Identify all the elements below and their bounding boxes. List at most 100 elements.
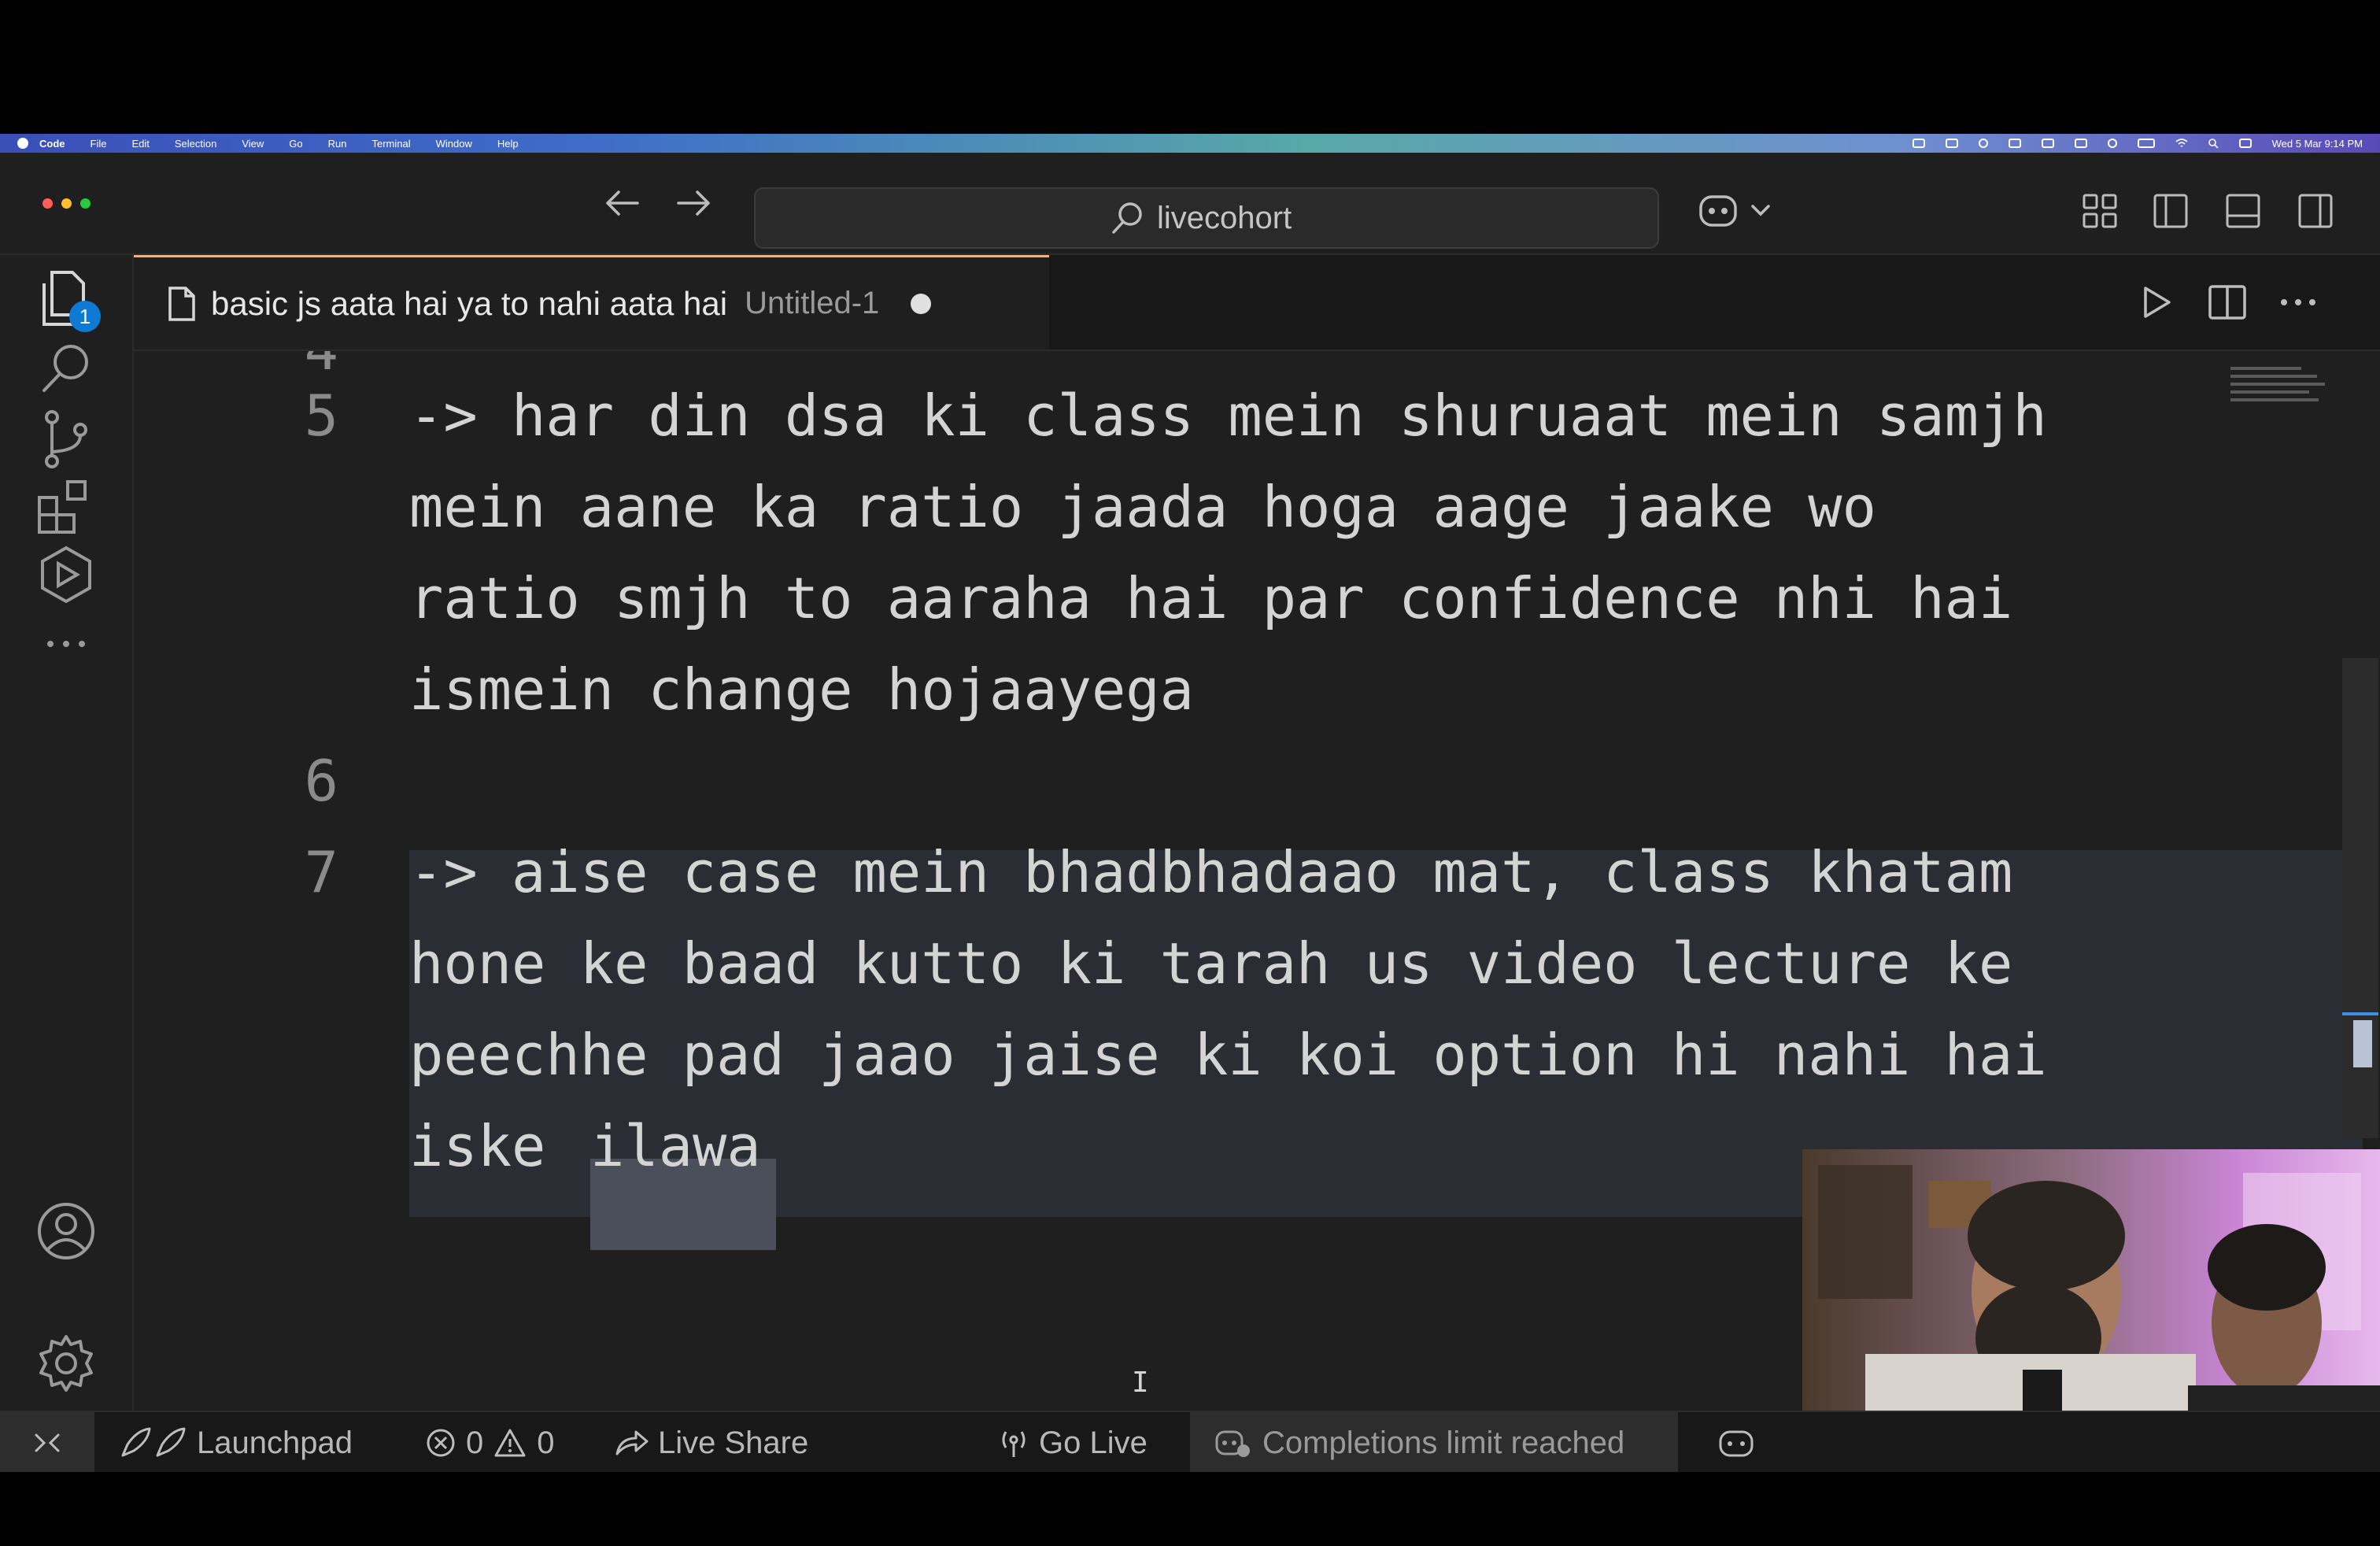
live-share-icon [615, 1430, 649, 1455]
code-line-7-row-4: iske [409, 1113, 580, 1179]
minimap[interactable] [2230, 367, 2341, 430]
copilot-status-icon[interactable] [1716, 1412, 1757, 1472]
tray-app-icon[interactable] [1912, 139, 1925, 148]
menu-bar-clock[interactable]: Wed 5 Mar 9:14 PM [2272, 138, 2363, 150]
error-icon [427, 1429, 455, 1457]
launchpad-label: Launchpad [197, 1425, 353, 1460]
menu-view[interactable]: View [242, 138, 264, 150]
problems-status-item[interactable]: 0 0 [425, 1412, 555, 1472]
macos-menu-bar: Code File Edit Selection View Go Run Ter… [0, 134, 2380, 153]
display-icon[interactable] [2008, 139, 2021, 148]
code-line-5-row-1: -> har din dsa ki class mein shuruaat me… [409, 383, 2047, 449]
selected-word: ilawa [590, 1113, 761, 1179]
minimize-window-button[interactable] [61, 198, 72, 209]
toggle-primary-sidebar-icon[interactable] [2149, 189, 2193, 233]
scrollbar-selection-marker [2342, 1012, 2378, 1015]
minimap-line [2230, 383, 2325, 386]
code-line-5-row-2: mein aane ka ratio jaada hoga aage jaake… [409, 474, 1876, 540]
status-bar: Launchpad 0 0 Live Share Go Live Complet… [0, 1411, 2380, 1472]
unsaved-changes-dot[interactable] [911, 293, 932, 314]
tab-description: Untitled-1 [745, 286, 880, 320]
close-window-button[interactable] [42, 198, 53, 209]
code-line-7-row-2: hone ke baad kutto ki tarah us video lec… [409, 930, 2013, 997]
tab-title: basic js aata hai ya to nahi aata hai [211, 284, 728, 322]
editor-tab-bar: basic js aata hai ya to nahi aata hai Un… [134, 255, 2380, 351]
menu-go[interactable]: Go [289, 138, 302, 150]
run-code-icon[interactable] [2133, 279, 2180, 326]
more-actions-icon[interactable] [2275, 279, 2322, 326]
copilot-menu-icon[interactable] [1694, 189, 1780, 233]
code-line-5-row-4: ismein change hojaayega [409, 656, 1194, 723]
warning-count: 0 [537, 1425, 555, 1460]
command-center-search[interactable]: livecohort [754, 187, 1659, 249]
minimap-line [2230, 367, 2301, 370]
source-control-icon[interactable] [27, 400, 105, 479]
menu-help[interactable]: Help [497, 138, 519, 150]
launchpad-status-item[interactable]: Launchpad [118, 1412, 353, 1472]
search-icon [1112, 202, 1142, 234]
screen: Code File Edit Selection View Go Run Ter… [0, 134, 2380, 1472]
go-live-label: Go Live [1039, 1425, 1148, 1460]
more-views-icon[interactable] [27, 605, 105, 683]
minimap-line [2230, 390, 2309, 394]
live-share-label: Live Share [658, 1425, 809, 1460]
remote-icon [35, 1433, 60, 1452]
search-text: livecohort [1157, 200, 1292, 235]
line-number-5: 5 [304, 383, 338, 449]
live-share-status-item[interactable]: Live Share [614, 1412, 808, 1472]
menu-edit[interactable]: Edit [131, 138, 149, 150]
control-center-icon[interactable] [2238, 139, 2252, 148]
customize-layout-icon[interactable] [2078, 189, 2122, 233]
run-and-debug-icon[interactable] [27, 535, 105, 614]
tray-note-icon[interactable] [2074, 139, 2087, 148]
rocket-icon [121, 1427, 186, 1457]
forward-arrow-icon[interactable] [671, 179, 718, 227]
menu-window[interactable]: Window [436, 138, 472, 150]
menu-selection[interactable]: Selection [175, 138, 216, 150]
wifi-icon[interactable] [2175, 139, 2188, 148]
code-line-7-row-1: -> aise case mein bhadbhadaao mat, class… [409, 839, 2013, 905]
copilot-completions-status[interactable]: Completions limit reached [1190, 1412, 1678, 1472]
menu-terminal[interactable]: Terminal [372, 138, 411, 150]
tray-cloud-icon[interactable] [2041, 139, 2054, 148]
toggle-secondary-sidebar-icon[interactable] [2293, 189, 2338, 233]
line-number-6: 6 [304, 748, 338, 814]
completions-label: Completions limit reached [1262, 1425, 1625, 1460]
tray-circle-icon[interactable] [1978, 139, 1988, 148]
menu-bar-status-area: Wed 5 Mar 9:14 PM [1912, 134, 2363, 153]
menu-file[interactable]: File [91, 138, 107, 150]
file-icon [165, 285, 197, 323]
spotlight-search-icon[interactable] [2208, 138, 2219, 149]
text-cursor-icon: I [1132, 1367, 1149, 1399]
battery-icon[interactable] [2137, 139, 2155, 148]
title-bar: livecohort [0, 153, 2380, 255]
zoom-window-button[interactable] [80, 198, 91, 209]
activity-bar: 1 [0, 255, 134, 1411]
accounts-icon[interactable] [27, 1192, 105, 1270]
minimap-line [2230, 398, 2319, 401]
menu-app-code[interactable]: Code [39, 138, 65, 150]
command-center-content: livecohort [1110, 200, 1292, 236]
explorer-badge: 1 [69, 301, 101, 332]
tray-user-icon[interactable] [2107, 139, 2117, 148]
toggle-panel-icon[interactable] [2221, 189, 2265, 233]
apple-icon[interactable] [17, 138, 28, 149]
scrollbar-cursor-marker [2353, 1020, 2372, 1067]
go-live-status-item[interactable]: Go Live [998, 1412, 1148, 1472]
code-line-5-row-3: ratio smjh to aaraha hai par confidence … [409, 565, 2013, 631]
manage-gear-icon[interactable] [27, 1324, 105, 1403]
menu-run[interactable]: Run [328, 138, 347, 150]
split-editor-icon[interactable] [2204, 279, 2251, 326]
broadcast-icon [1002, 1431, 1026, 1457]
remote-indicator[interactable] [0, 1412, 94, 1472]
explorer-icon[interactable]: 1 [27, 258, 105, 337]
extensions-icon[interactable] [27, 468, 105, 546]
copilot-warning-icon [1215, 1430, 1250, 1457]
line-number-7: 7 [304, 839, 338, 905]
screen-share-icon[interactable] [1945, 139, 1958, 148]
tab-untitled-1[interactable]: basic js aata hai ya to nahi aata hai Un… [134, 255, 1049, 350]
error-count: 0 [466, 1425, 484, 1460]
minimap-line [2230, 375, 2317, 378]
back-arrow-icon[interactable] [598, 179, 645, 227]
search-icon[interactable] [27, 329, 105, 408]
